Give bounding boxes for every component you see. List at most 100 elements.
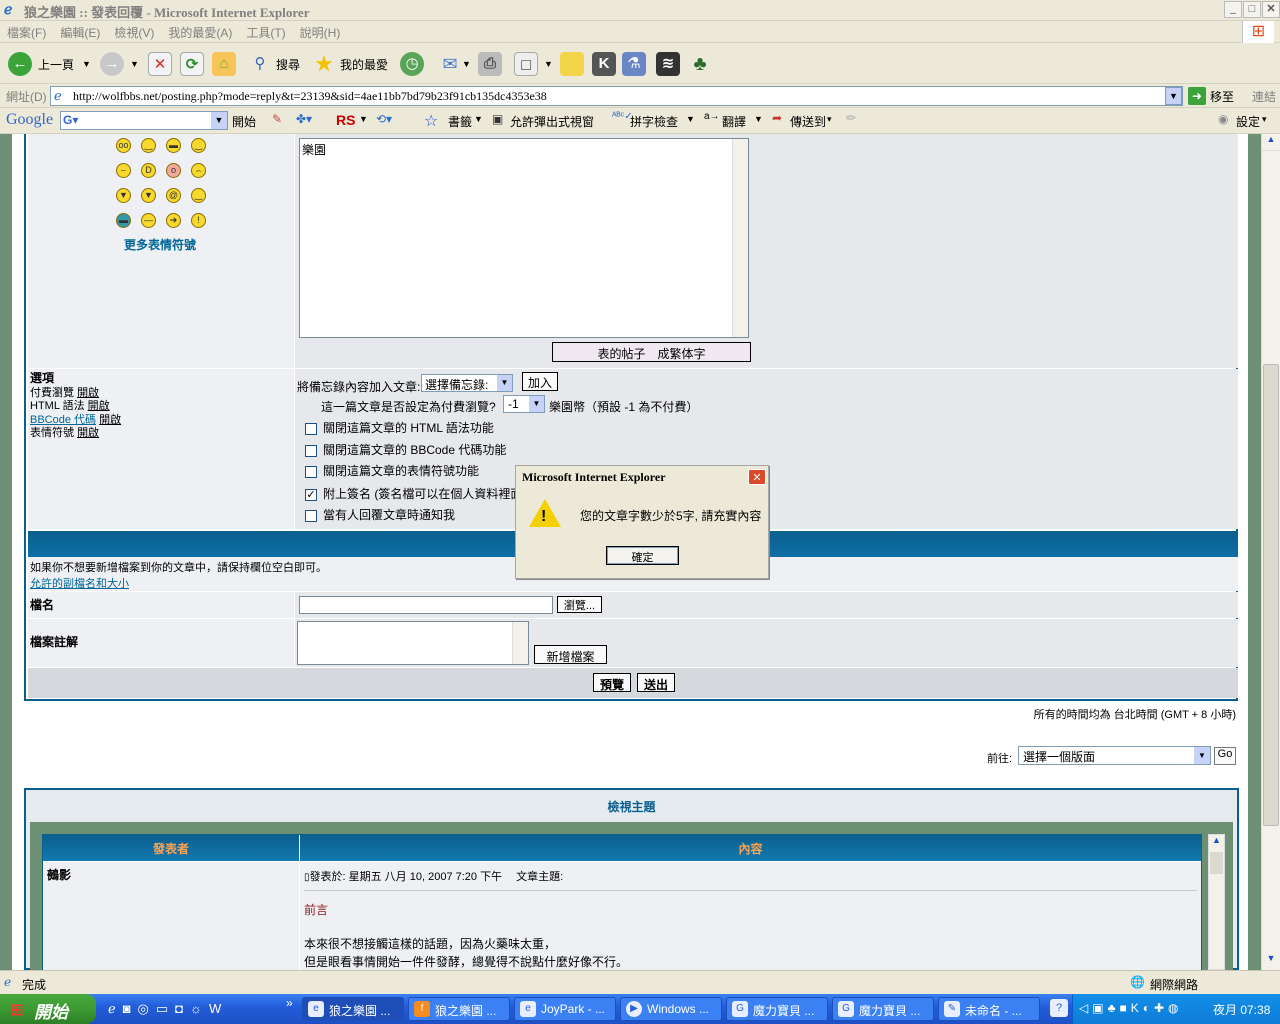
checkbox-box[interactable] <box>305 422 317 435</box>
emoticon-icon[interactable]: ⌣ <box>116 163 131 178</box>
address-dropdown-button[interactable]: ▼ <box>1165 87 1182 105</box>
message-textarea[interactable]: 樂園 <box>299 138 749 338</box>
mail-button[interactable]: ✉ ▼ <box>438 50 470 78</box>
home-button[interactable]: ⌂ <box>212 50 236 78</box>
emoticon-icon[interactable]: ⌢ <box>191 163 206 178</box>
dialog-close-button[interactable]: ✕ <box>748 469 766 485</box>
close-button[interactable]: ✕ <box>1262 1 1280 18</box>
favorites-button[interactable]: ★ 我的最愛 <box>312 50 388 78</box>
google-dropdown-icon[interactable]: ▼ <box>211 112 227 129</box>
filename-input[interactable] <box>299 596 553 614</box>
search-button[interactable]: ⚲ 搜尋 <box>248 50 301 78</box>
task-button-joypark[interactable]: e JoyPark - ... <box>514 997 616 1021</box>
go-button[interactable]: ➜ 移至 <box>1188 86 1234 106</box>
edit-button[interactable]: ◻ ▼ <box>514 50 553 78</box>
rs-icon[interactable]: RS <box>336 112 355 128</box>
menu-help[interactable]: 說明(H) <box>293 21 348 44</box>
start-button[interactable]: ⊞ 開始 <box>0 994 96 1024</box>
google-share-icon[interactable]: ⟲▾ <box>376 112 392 126</box>
browse-button[interactable]: 瀏覽... <box>557 596 602 613</box>
checkbox-notify[interactable]: 當有人回覆文章時通知我 <box>305 506 455 523</box>
jump-select[interactable]: 選擇一個版面 ▼ <box>1018 746 1211 765</box>
menu-file[interactable]: 檔案(F) <box>0 21 53 44</box>
discuss-button[interactable] <box>560 50 584 78</box>
memo-select[interactable]: 選擇備忘錄: ▼ <box>421 374 513 392</box>
checkbox-checked[interactable]: ✓ <box>305 488 317 501</box>
highlighter-icon[interactable]: ✏ <box>846 111 856 125</box>
emoticon-icon[interactable]: ‿ <box>191 188 206 203</box>
checkbox-box[interactable] <box>305 444 317 457</box>
translate-button[interactable]: 翻譯 <box>722 113 746 130</box>
emoticon-icon[interactable]: o <box>166 163 181 178</box>
history-button[interactable]: ◷ <box>400 50 424 78</box>
back-button[interactable]: ← 上一頁 ▼ <box>8 50 91 78</box>
messenger-button[interactable]: ♣ <box>688 50 712 78</box>
preview-button[interactable]: 預覽 <box>593 673 631 692</box>
textarea-scrollbar[interactable] <box>732 139 748 337</box>
emoticon-icon[interactable]: oo <box>116 138 131 153</box>
submit-button[interactable]: 送出 <box>637 673 675 692</box>
topic-scrollbar[interactable]: ▲ <box>1208 834 1225 970</box>
menu-tools[interactable]: 工具(T) <box>239 21 292 44</box>
checkbox-signature[interactable]: ✓ 附上簽名 (簽名檔可以在個人資料裡面 <box>305 485 522 502</box>
more-emoticons-link[interactable]: 更多表情符號 <box>124 236 196 253</box>
google-start[interactable]: 開始 <box>232 113 256 130</box>
language-bar-icon[interactable]: ? <box>1050 999 1068 1017</box>
menu-edit[interactable]: 編輯(E) <box>53 21 107 44</box>
emoticon-icon[interactable]: — <box>141 213 156 228</box>
emoticon-icon[interactable]: @ <box>166 188 181 203</box>
jump-go-button[interactable]: Go <box>1214 747 1236 765</box>
quick-launch-icons[interactable]: ℯ◙◎▭◘☼W <box>108 1001 228 1017</box>
checkbox-html[interactable]: 關閉這篇文章的 HTML 語法功能 <box>305 419 494 436</box>
scrollbar-thumb[interactable] <box>1263 364 1279 826</box>
emoticon-icon[interactable]: D <box>141 163 156 178</box>
attach-ext-link[interactable]: 允許的副檔名和大小 <box>30 578 129 590</box>
task-button-wolfbbs-2[interactable]: f 狼之樂園 ... <box>408 997 510 1021</box>
emoticon-icon[interactable]: ▼ <box>141 188 156 203</box>
add-file-button[interactable]: 新增檔案 <box>534 645 607 664</box>
maximize-button[interactable]: □ <box>1243 1 1261 18</box>
dialog-ok-button[interactable]: 確定 <box>606 546 679 565</box>
emoticon-icon[interactable]: ▬ <box>166 138 181 153</box>
convert-buttons[interactable]: 表的帖子 成繁体字 <box>552 342 751 362</box>
spellcheck-button[interactable]: 拼字檢查 <box>630 113 678 130</box>
refresh-button[interactable]: ⟳ <box>180 50 204 78</box>
tool-m-button[interactable]: ≋ <box>656 50 680 78</box>
emoticon-icon[interactable]: ▬ <box>116 213 131 228</box>
tool-k-button[interactable]: K <box>592 50 616 78</box>
checkbox-box[interactable] <box>305 465 317 478</box>
emoticon-icon[interactable]: ▼ <box>116 188 131 203</box>
file-comment-textarea[interactable] <box>297 621 529 665</box>
popup-button[interactable]: 允許彈出式視窗 <box>510 113 594 130</box>
menu-view[interactable]: 檢視(V) <box>107 21 161 44</box>
task-button-crossgate-2[interactable]: G 魔力寶貝 ... <box>832 997 934 1021</box>
task-button-windows[interactable]: ▶ Windows ... <box>620 997 722 1021</box>
send-to-button[interactable]: 傳送到 <box>790 113 826 130</box>
task-button-wolfbbs-1[interactable]: e 狼之樂園 ... <box>302 997 404 1021</box>
checkbox-box[interactable] <box>305 509 317 522</box>
task-button-crossgate-1[interactable]: G 魔力寶貝 ... <box>726 997 828 1021</box>
settings-button[interactable]: 設定 <box>1236 113 1260 130</box>
memo-add-button[interactable]: 加入 <box>522 372 558 391</box>
pay-select[interactable]: -1 ▼ <box>503 395 545 413</box>
tray-icons[interactable]: ◁▣♣■K◐✚◍ <box>1079 1001 1182 1015</box>
checkbox-bbcode[interactable]: 關閉這篇文章的 BBCode 代碼功能 <box>305 441 506 458</box>
google-search-input[interactable]: G▾ ▼ <box>60 111 228 130</box>
address-input[interactable]: ℯ http://wolfbbs.net/posting.php?mode=re… <box>50 86 1183 106</box>
emoticon-icon[interactable]: ‿ <box>141 138 156 153</box>
bbcode-link[interactable]: BBCode 代碼 <box>30 414 96 426</box>
page-scrollbar[interactable]: ▲ ▼ <box>1261 134 1280 970</box>
emoticon-icon[interactable]: ! <box>191 213 206 228</box>
bookmarks-button[interactable]: 書籤 <box>448 113 472 130</box>
research-button[interactable]: ⚗ <box>622 50 646 78</box>
google-puzzle-icon[interactable]: ✤▾ <box>296 112 312 126</box>
forward-button[interactable]: → ▼ <box>100 50 139 78</box>
quick-launch-more-icon[interactable]: » <box>286 996 293 1010</box>
menu-favorites[interactable]: 我的最愛(A) <box>161 21 239 44</box>
minimize-button[interactable]: _ <box>1224 1 1242 18</box>
task-button-paint[interactable]: ✎ 未命名 - ... <box>938 997 1040 1021</box>
links-label[interactable]: 連結 <box>1252 88 1276 105</box>
emoticon-icon[interactable]: ➔ <box>166 213 181 228</box>
stop-button[interactable]: ✕ <box>148 50 172 78</box>
print-button[interactable]: ⎙ <box>478 50 502 78</box>
